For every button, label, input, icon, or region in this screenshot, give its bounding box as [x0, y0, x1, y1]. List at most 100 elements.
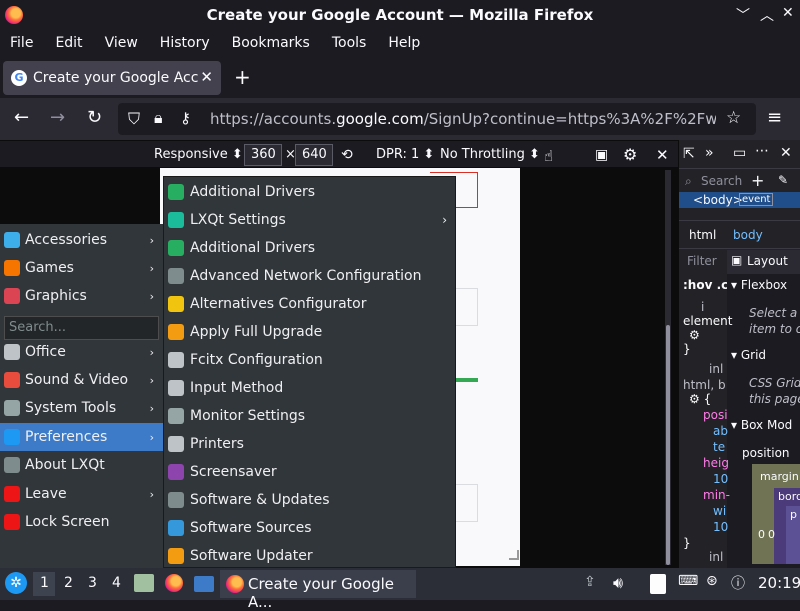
reload-icon[interactable]: ↻: [87, 107, 102, 128]
permissions-key-icon[interactable]: ⚷: [180, 109, 191, 127]
clipboard-icon[interactable]: [650, 574, 666, 594]
start-menu-item-office[interactable]: Office ›: [0, 338, 163, 366]
pick-element-icon[interactable]: ⇱: [683, 146, 695, 162]
workspace-4-button[interactable]: 4: [112, 575, 121, 591]
network-status-icon[interactable]: ⊛: [706, 573, 718, 589]
software-updater-icon: [168, 548, 184, 564]
menu-edit[interactable]: Edit: [55, 35, 82, 51]
forward-arrow-icon[interactable]: →: [50, 107, 65, 128]
dock-side-icon[interactable]: ▭: [733, 145, 746, 161]
eyedropper-icon[interactable]: ✎: [778, 173, 788, 187]
start-menu-item-leave[interactable]: Leave ›: [0, 480, 163, 508]
preferences-item-screensaver[interactable]: Screensaver: [164, 458, 457, 486]
submenu-chevron-icon: ›: [149, 289, 154, 303]
preferences-item-alternatives-configurator[interactable]: Alternatives Configurator: [164, 290, 457, 318]
preferences-icon: [4, 429, 20, 445]
menu-help[interactable]: Help: [388, 35, 420, 51]
start-menu-item-graphics[interactable]: Graphics ›: [0, 282, 163, 310]
workspace-3-button[interactable]: 3: [88, 575, 97, 591]
preferences-item-additional-drivers[interactable]: Additional Drivers: [164, 234, 457, 262]
maximize-icon[interactable]: ︿: [760, 5, 774, 25]
menu-bookmarks[interactable]: Bookmarks: [232, 35, 310, 51]
devtools-options-icon[interactable]: ⋯: [755, 143, 769, 159]
box-model-section-toggle[interactable]: ▾ Box Mod: [731, 418, 792, 432]
close-window-icon[interactable]: ✕: [782, 5, 794, 21]
close-devtools-icon[interactable]: ✕: [780, 145, 792, 161]
volume-icon[interactable]: 🔊︎: [613, 573, 623, 593]
layout-tab[interactable]: ▣ Layout: [727, 250, 800, 274]
new-tab-icon[interactable]: +: [234, 65, 251, 89]
tracking-shield-icon[interactable]: ⛉: [128, 109, 140, 129]
start-menu-item-about-lxqt[interactable]: About LXQt: [0, 451, 163, 479]
url-text[interactable]: https://accounts.google.com/SignUp?conti…: [210, 110, 716, 128]
page-scrollbar-thumb[interactable]: [666, 325, 670, 565]
element-style-gear-icon[interactable]: ⚙: [689, 328, 700, 342]
preferences-item-software-updater[interactable]: Software Updater: [164, 542, 457, 570]
taskbar-window-button[interactable]: Create your Google A...: [220, 570, 416, 611]
rules-filter-input[interactable]: Filter: [687, 254, 717, 268]
selected-node-row[interactable]: <body> event: [679, 192, 800, 208]
start-menu-item-accessories[interactable]: Accessories ›: [0, 226, 163, 254]
html-search-input[interactable]: Search: [701, 174, 742, 188]
notifications-icon[interactable]: ⓘ: [731, 573, 745, 593]
start-menu-item-games[interactable]: Games ›: [0, 254, 163, 282]
breadcrumb-body[interactable]: body: [733, 228, 763, 242]
menu-file[interactable]: File: [10, 35, 33, 51]
clock[interactable]: 20:19: [758, 574, 800, 592]
keyboard-layout-icon[interactable]: ⌨: [678, 573, 698, 589]
event-badge[interactable]: event: [739, 193, 774, 206]
tray-updates-icon[interactable]: ⇪: [584, 574, 596, 590]
breadcrumb-html[interactable]: html: [689, 228, 716, 242]
show-desktop-icon[interactable]: [194, 576, 214, 592]
preferences-item-input-method[interactable]: Input Method: [164, 374, 457, 402]
preferences-item-software-updates[interactable]: Software & Updates: [164, 486, 457, 514]
viewport-width-input[interactable]: 360: [244, 144, 282, 166]
minimize-icon[interactable]: ﹀: [736, 5, 750, 25]
preferences-item-fcitx-configuration[interactable]: Fcitx Configuration: [164, 346, 457, 374]
throttling-selector[interactable]: No Throttling ⬍: [440, 147, 540, 162]
firefox-launcher-icon[interactable]: [165, 574, 183, 592]
menu-view[interactable]: View: [105, 35, 138, 51]
settings-gear-icon[interactable]: ⚙: [623, 145, 637, 164]
url-bar[interactable]: ⛉ 🔒︎ ⚷ https://accounts.google.com/SignU…: [118, 103, 756, 135]
start-menu-search-input[interactable]: Search...: [4, 316, 159, 340]
start-menu-item-sound-video[interactable]: Sound & Video ›: [0, 366, 163, 394]
device-selector[interactable]: Responsive ⬍: [154, 147, 243, 162]
hov-cls-toggle[interactable]: :hov .cl: [683, 278, 732, 292]
preferences-item-additional-drivers[interactable]: Additional Drivers: [164, 178, 457, 206]
close-rdm-icon[interactable]: ✕: [656, 146, 669, 164]
more-tabs-chevron-icon[interactable]: »: [705, 145, 714, 161]
start-menu-item-system-tools[interactable]: System Tools ›: [0, 394, 163, 422]
tab-google-account[interactable]: G Create your Google Account ✕: [3, 61, 221, 95]
preferences-item-monitor-settings[interactable]: Monitor Settings: [164, 402, 457, 430]
bookmark-star-icon[interactable]: ☆: [726, 108, 741, 128]
lock-icon[interactable]: 🔒︎: [154, 108, 163, 128]
input-field-edge[interactable]: [456, 484, 478, 522]
close-tab-icon[interactable]: ✕: [200, 68, 213, 86]
preferences-item-advanced-network-configuration[interactable]: Advanced Network Configuration: [164, 262, 457, 290]
menu-tools[interactable]: Tools: [332, 35, 367, 51]
start-menu-item-lock-screen[interactable]: Lock Screen: [0, 508, 163, 536]
preferences-item-apply-full-upgrade[interactable]: Apply Full Upgrade: [164, 318, 457, 346]
back-arrow-icon[interactable]: ←: [14, 107, 29, 128]
preferences-item-lxqt-settings[interactable]: LXQt Settings ›: [164, 206, 457, 234]
network-icon: [168, 268, 184, 284]
start-menu-icon[interactable]: ✲: [5, 572, 27, 594]
preferences-item-printers[interactable]: Printers: [164, 430, 457, 458]
menu-history[interactable]: History: [160, 35, 210, 51]
screenshot-camera-icon[interactable]: ▣: [595, 147, 608, 163]
start-menu-item-preferences[interactable]: Preferences ›: [0, 423, 163, 451]
resize-handle-icon[interactable]: [509, 550, 519, 560]
workspace-2-button[interactable]: 2: [64, 575, 73, 591]
dpr-selector[interactable]: DPR: 1 ⬍: [376, 147, 434, 162]
grid-section-toggle[interactable]: ▾ Grid: [731, 348, 766, 362]
add-node-icon[interactable]: +: [751, 171, 764, 190]
flexbox-section-toggle[interactable]: ▾ Flexbox: [731, 278, 787, 292]
hamburger-menu-icon[interactable]: ≡: [767, 107, 782, 128]
preferences-item-software-sources[interactable]: Software Sources: [164, 514, 457, 542]
touch-simulation-icon[interactable]: ☝: [544, 147, 553, 165]
input-field-edge[interactable]: [456, 288, 478, 326]
viewport-height-input[interactable]: 640: [295, 144, 333, 166]
rotate-viewport-icon[interactable]: ⟲: [341, 147, 353, 163]
file-manager-icon[interactable]: [134, 574, 154, 592]
